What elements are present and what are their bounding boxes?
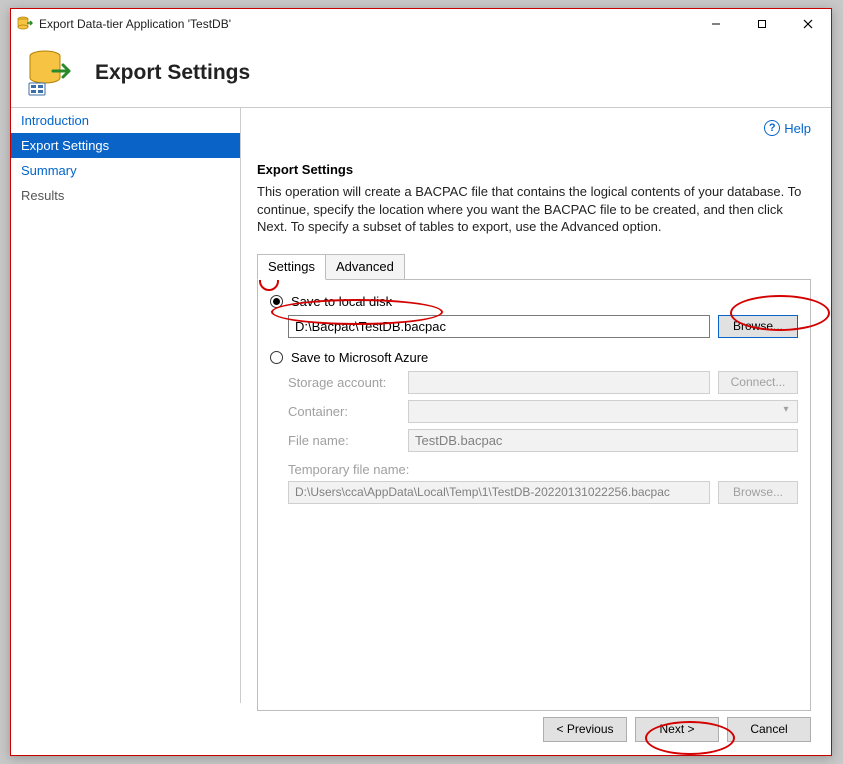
wizard-body: Introduction Export Settings Summary Res… xyxy=(11,108,831,703)
section-title: Export Settings xyxy=(257,162,811,177)
save-azure-label: Save to Microsoft Azure xyxy=(291,350,428,365)
save-local-label: Save to local disk xyxy=(291,294,392,309)
minimize-button[interactable] xyxy=(693,9,739,39)
storage-account-label: Storage account: xyxy=(288,375,408,390)
connect-button: Connect... xyxy=(718,371,798,394)
page-title: Export Settings xyxy=(95,61,250,85)
temp-file-field: D:\Users\cca\AppData\Local\Temp\1\TestDB… xyxy=(288,481,710,504)
save-azure-radio-row[interactable]: Save to Microsoft Azure xyxy=(270,350,798,365)
local-path-input[interactable] xyxy=(288,315,710,338)
tabstrip: Settings Advanced xyxy=(257,254,811,279)
radio-save-local[interactable] xyxy=(270,295,283,308)
step-summary[interactable]: Summary xyxy=(11,158,240,183)
step-export-settings[interactable]: Export Settings xyxy=(11,133,240,158)
maximize-button[interactable] xyxy=(739,9,785,39)
next-button[interactable]: Next > xyxy=(635,717,719,742)
database-export-icon xyxy=(17,16,33,32)
storage-account-field xyxy=(408,371,710,394)
close-button[interactable] xyxy=(785,9,831,39)
browse-button[interactable]: Browse... xyxy=(718,315,798,338)
save-local-radio-row[interactable]: Save to local disk xyxy=(270,294,798,309)
export-wizard-window: Export Data-tier Application 'TestDB' Ex… xyxy=(10,8,832,756)
help-icon: ? xyxy=(764,120,780,136)
previous-button[interactable]: < Previous xyxy=(543,717,627,742)
wizard-footer: < Previous Next > Cancel xyxy=(11,703,831,755)
cancel-button[interactable]: Cancel xyxy=(727,717,811,742)
container-select: ▾ xyxy=(408,400,798,423)
chevron-down-icon: ▾ xyxy=(779,404,793,418)
container-label: Container: xyxy=(288,404,408,419)
tab-settings[interactable]: Settings xyxy=(257,254,326,280)
window-controls xyxy=(693,9,831,39)
titlebar: Export Data-tier Application 'TestDB' xyxy=(11,9,831,39)
database-export-large-icon xyxy=(25,49,73,97)
file-name-field: TestDB.bacpac xyxy=(408,429,798,452)
window-title: Export Data-tier Application 'TestDB' xyxy=(39,17,693,31)
section-description: This operation will create a BACPAC file… xyxy=(257,183,811,236)
radio-save-azure[interactable] xyxy=(270,351,283,364)
wizard-header: Export Settings xyxy=(11,39,831,108)
temp-file-label: Temporary file name: xyxy=(288,462,798,477)
temp-browse-button: Browse... xyxy=(718,481,798,504)
file-name-label: File name: xyxy=(288,433,408,448)
help-link[interactable]: ? Help xyxy=(764,120,811,136)
wizard-main: ? Help Export Settings This operation wi… xyxy=(241,108,831,703)
wizard-steps-sidebar: Introduction Export Settings Summary Res… xyxy=(11,108,241,703)
tabpanel-settings: Save to local disk Browse... Save to Mic… xyxy=(257,279,811,711)
step-introduction[interactable]: Introduction xyxy=(11,108,240,133)
tab-advanced[interactable]: Advanced xyxy=(325,254,405,279)
help-label: Help xyxy=(784,121,811,136)
step-results: Results xyxy=(11,183,240,208)
